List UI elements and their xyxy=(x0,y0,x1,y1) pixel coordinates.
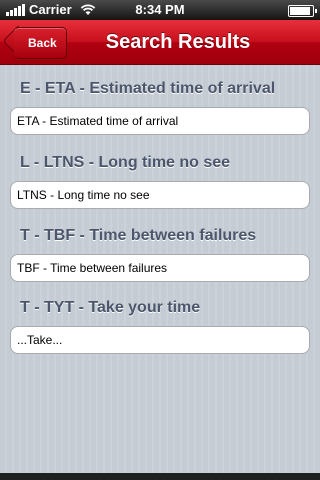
result-section: L - LTNS - Long time no see LTNS - Long … xyxy=(10,149,310,209)
result-cell[interactable]: ETA - Estimated time of arrival xyxy=(10,107,310,135)
result-cell[interactable]: LTNS - Long time no see xyxy=(10,181,310,209)
navigation-bar: Back Search Results xyxy=(0,20,320,65)
bottom-bar xyxy=(0,473,320,480)
result-section: T - TBF - Time between failures TBF - Ti… xyxy=(10,222,310,282)
section-header: T - TYT - Take your time xyxy=(20,299,201,316)
back-button[interactable]: Back xyxy=(2,25,67,59)
section-header: L - LTNS - Long time no see xyxy=(20,154,231,171)
back-button-label[interactable]: Back xyxy=(14,27,67,59)
battery-icon xyxy=(288,5,317,17)
result-section: E - ETA - Estimated time of arrival ETA … xyxy=(10,75,310,135)
status-time: 8:34 PM xyxy=(135,2,185,17)
result-cell[interactable]: ...Take... xyxy=(10,326,310,354)
results-list[interactable]: E - ETA - Estimated time of arrival ETA … xyxy=(0,65,320,473)
result-cell[interactable]: TBF - Time between failures xyxy=(10,254,310,282)
result-section: T - TYT - Take your time ...Take... xyxy=(10,294,310,354)
section-header: E - ETA - Estimated time of arrival xyxy=(20,80,276,97)
status-bar: Carrier 8:34 PM xyxy=(0,0,320,20)
section-header: T - TBF - Time between failures xyxy=(20,227,257,244)
battery-fill xyxy=(290,7,310,15)
